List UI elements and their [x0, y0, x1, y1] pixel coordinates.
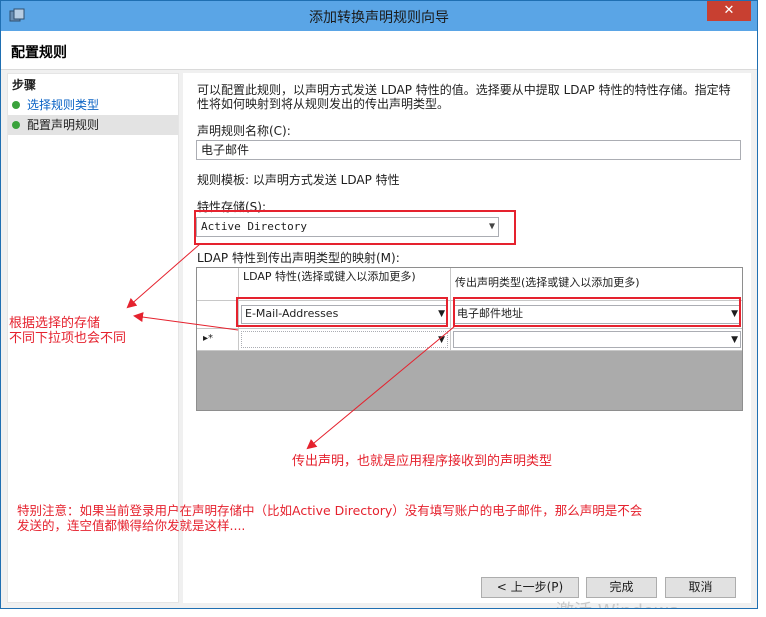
- store-arrow: [126, 243, 201, 309]
- claim-arrow: [306, 325, 456, 450]
- annotation-arrows: [126, 243, 456, 450]
- ldap-arrow: [133, 312, 239, 331]
